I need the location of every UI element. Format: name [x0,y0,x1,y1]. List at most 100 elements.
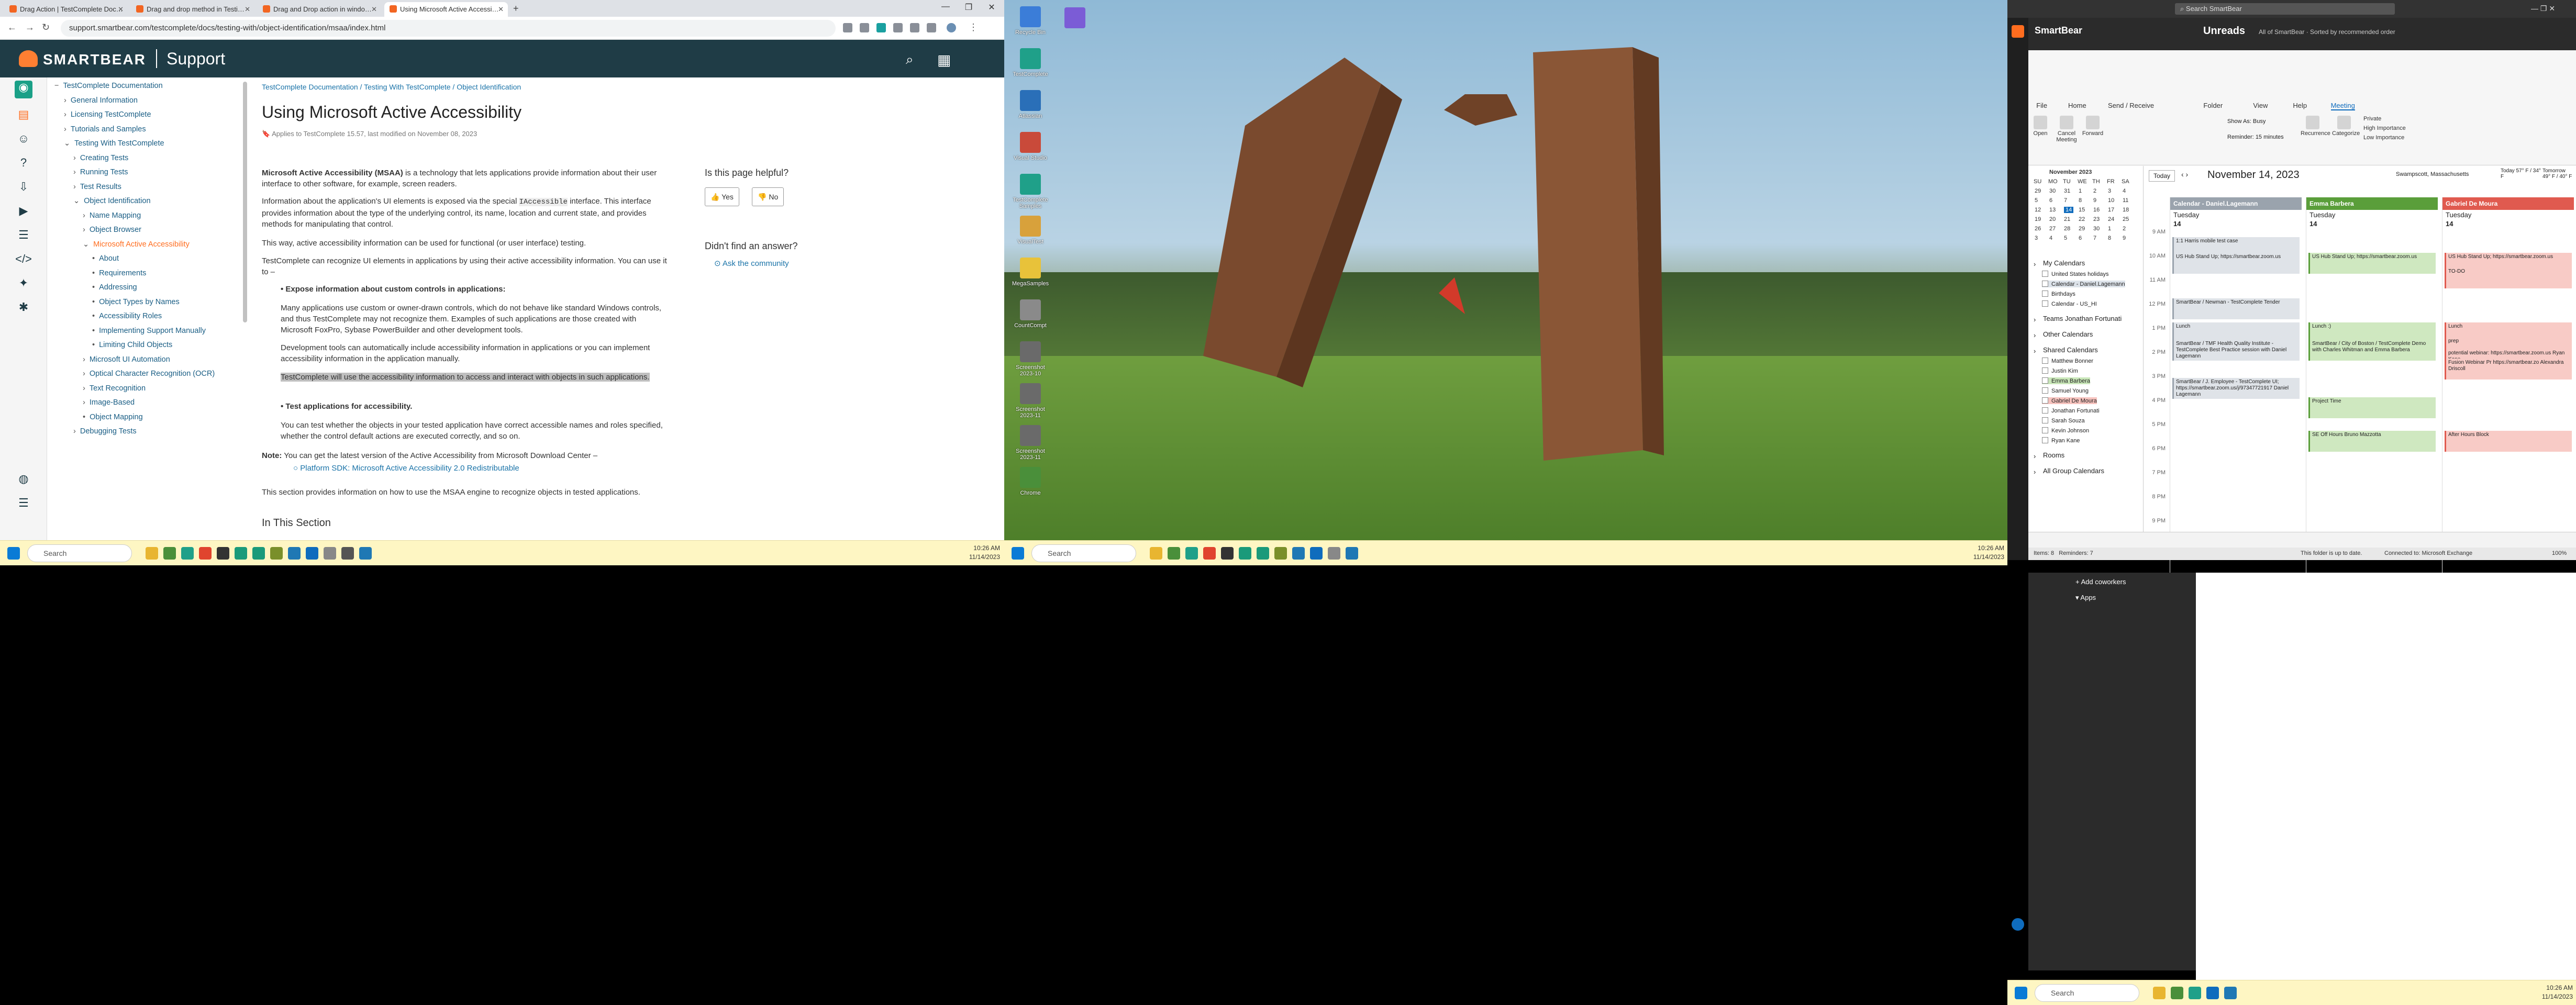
app-icon[interactable] [270,547,283,560]
mini-calendar-day[interactable]: 5 [2064,235,2067,241]
weather-location[interactable]: Swampscott, Massachusetts [2396,171,2469,177]
bulb-icon[interactable]: ✦ [15,276,32,294]
code-icon[interactable]: </> [15,252,32,270]
tab-drag-drop-action[interactable]: Drag and Drop action in windo… ✕ [258,2,381,17]
note-link[interactable]: ○ Platform SDK: Microsoft Active Accessi… [293,463,670,474]
expand-icon[interactable]: › [2034,316,2040,323]
list-icon[interactable]: ☰ [15,228,32,246]
ribbon-tab[interactable]: File [2036,102,2047,109]
ask-community-link[interactable]: ⊙ Ask the community [714,259,789,268]
ribbon-tab[interactable]: Help [2293,102,2307,109]
calendar-event[interactable]: SmartBear / City of Boston / TestComplet… [2308,339,2436,361]
docs-icon[interactable]: ▤ [15,108,32,126]
mini-calendar-day[interactable]: 2 [2093,188,2096,194]
expand-icon[interactable]: › [2034,331,2040,339]
reminder-value[interactable]: 15 minutes [2256,134,2284,140]
outlook-icon[interactable] [2206,987,2219,999]
testcomplete-taskbar-icon[interactable] [2189,987,2201,999]
mini-calendar-day[interactable]: 13 [2049,207,2056,213]
reminder-field[interactable]: Reminder: 15 minutes [2227,134,2284,140]
close-tab-icon[interactable]: ✕ [118,5,124,14]
video-icon[interactable]: ▶ [15,204,32,222]
checkbox[interactable] [2042,281,2048,287]
toc-item[interactable]: ⌄ Microsoft Active Accessibility [83,240,190,249]
checkbox[interactable] [2042,427,2048,433]
toc-expander-icon[interactable]: › [64,96,66,105]
calendar-column-header[interactable]: Calendar - Daniel.Lagemann [2170,197,2302,210]
app-icon[interactable] [288,547,301,560]
file-explorer-icon[interactable] [2153,987,2166,999]
mini-calendar-day[interactable]: 14 [2064,207,2074,213]
close-tab-icon[interactable]: ✕ [498,5,504,14]
app-icon[interactable] [1292,547,1305,560]
mini-calendar-day[interactable]: 27 [2049,226,2056,232]
toc-item[interactable]: › Optical Character Recognition (OCR) [83,370,215,378]
mini-calendar-day[interactable]: 26 [2035,226,2041,232]
taskbar-search[interactable]: Search [27,544,132,562]
desktop-shortcut[interactable]: Screenshot 2023-10 [1009,341,1051,377]
ribbon-button[interactable]: Private [2363,116,2426,122]
app-icon[interactable] [199,547,212,560]
calendar-checkbox-item[interactable]: Ryan Kane [2042,437,2080,444]
terminal-icon[interactable] [1221,547,1234,560]
testcomplete-taskbar-icon[interactable] [1185,547,1198,560]
start-icon[interactable] [2015,987,2027,999]
app-icon[interactable] [341,547,354,560]
mini-calendar-day[interactable]: 4 [2123,188,2126,194]
download-icon[interactable]: ⇩ [15,180,32,198]
maximize-button[interactable]: ❐ [958,2,979,13]
new-tab-button[interactable]: + [513,3,519,14]
desktop-shortcut[interactable] [1051,7,1098,30]
toc-expander-icon[interactable]: › [73,427,76,436]
expand-icon[interactable]: › [2034,468,2040,476]
chrome-icon[interactable] [1168,547,1180,560]
calendar-checkbox-item[interactable]: Justin Kim [2042,367,2078,374]
ribbon-tab[interactable]: View [2253,102,2268,109]
toc-expander-icon[interactable]: • [92,269,95,277]
desktop-shortcut[interactable]: TestComplete Samples [1009,174,1051,209]
forward-icon[interactable]: → [25,22,35,33]
smartbear-logo-icon[interactable] [19,50,38,67]
toc-expander-icon[interactable]: − [54,82,59,90]
desktop-shortcut[interactable]: MegaSamples [1009,258,1051,287]
mini-calendar-day[interactable]: 21 [2064,216,2070,222]
account-icon[interactable]: ◍ [15,472,32,490]
calendar-checkbox-item[interactable]: Calendar - US_HI [2042,300,2097,307]
mini-calendar-day[interactable]: 18 [2123,207,2129,213]
toc-item[interactable]: › Test Results [73,183,121,191]
toc-expander-icon[interactable]: › [73,154,76,162]
toc-scrollbar[interactable] [243,82,247,322]
prev-next-arrows[interactable]: ‹ › [2181,170,2188,178]
calendar-group-header[interactable]: › Shared Calendars [2034,346,2098,355]
toc-expander-icon[interactable]: • [92,254,95,263]
calendar-checkbox-item[interactable]: Calendar - Daniel.Lagemann [2042,281,2125,287]
file-explorer-icon[interactable] [146,547,158,560]
clock[interactable]: 10:26 AM 11/14/2023 [1941,544,2004,562]
desktop-shortcut[interactable]: Visual Studio [1009,132,1051,161]
ribbon-button[interactable]: Cancel Meeting [2055,116,2079,143]
taskbar-search[interactable]: Search [1031,544,1136,562]
extension-icon[interactable] [843,23,852,32]
mini-calendar-day[interactable]: 8 [2108,235,2111,241]
tools-icon[interactable]: ✱ [15,300,32,318]
tab-msaa[interactable]: Using Microsoft Active Accessi… ✕ [384,2,508,17]
brand-name[interactable]: SMARTBEAR [43,51,146,68]
toc-item[interactable]: › Microsoft UI Automation [83,355,170,364]
mini-calendar-day[interactable]: 10 [2108,197,2114,204]
checkbox[interactable] [2042,358,2048,364]
mini-calendar-day[interactable]: 19 [2035,216,2041,222]
toc-expander-icon[interactable]: • [92,298,95,306]
toc-expander-icon[interactable]: › [73,183,76,191]
app-icon[interactable] [252,547,265,560]
app-icon[interactable] [235,547,247,560]
ribbon-tab[interactable]: Home [2068,102,2086,109]
mini-calendar-day[interactable]: 30 [2093,226,2100,232]
apps-grid-icon[interactable]: ▦ [937,51,951,69]
file-explorer-icon[interactable] [1150,547,1162,560]
calendar-event[interactable]: US Hub Stand Up; https://smartbear.zoom.… [2172,253,2300,274]
toc-item[interactable]: • About [92,254,119,263]
calendar-group-header[interactable]: › Other Calendars [2034,330,2093,339]
app-icon[interactable] [1203,547,1216,560]
checkbox[interactable] [2042,407,2048,414]
calendar-checkbox-item[interactable]: Matthew Bonner [2042,358,2093,364]
